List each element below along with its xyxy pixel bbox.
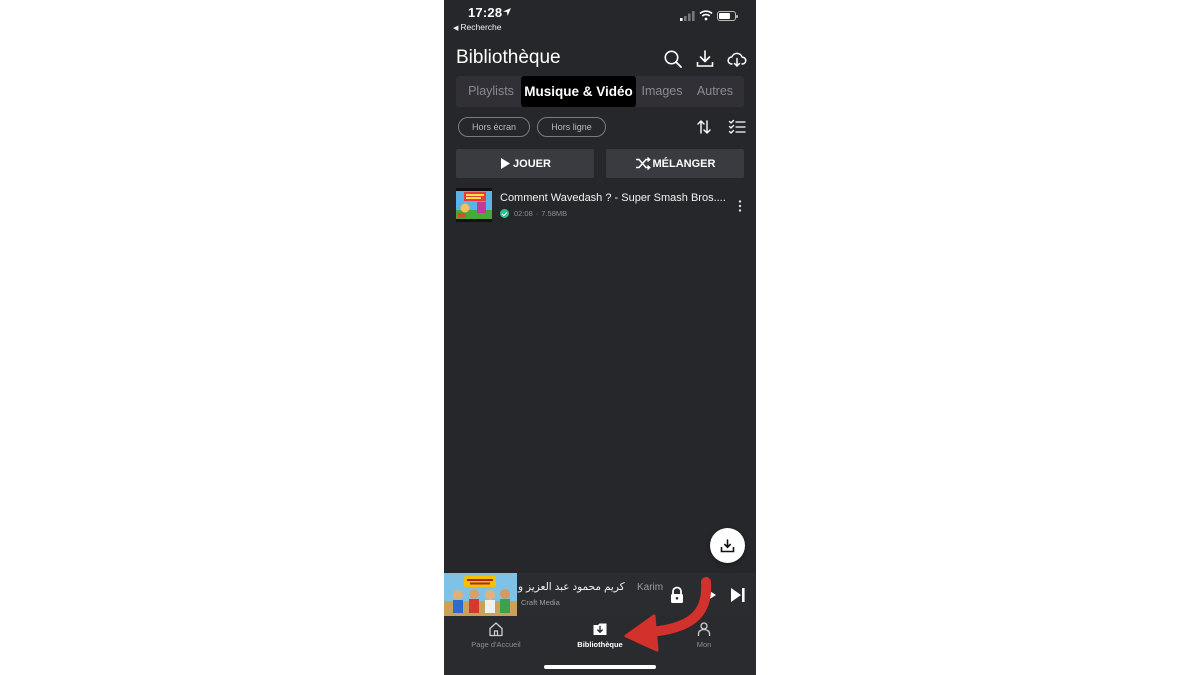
home-indicator [544,665,656,669]
filter-chip-offline[interactable]: Hors ligne [537,117,606,137]
skip-next-icon[interactable] [728,585,748,605]
tab-music-video[interactable]: Musique & Vidéo [521,76,636,107]
mini-player-artist: Craft Media [521,598,560,607]
status-time: 17:28 [468,5,503,20]
shuffle-label: MÉLANGER [652,157,716,170]
tab-playlists[interactable]: Playlists [456,76,526,107]
phone-screen: 17:28 ◀ Recherche Bibliothèque Playlists … [444,0,756,675]
tab-home-label: Page d'Accueil [471,640,521,649]
sort-icon[interactable] [695,118,713,136]
shuffle-icon [635,157,651,170]
video-thumbnail[interactable] [456,188,492,222]
location-arrow-icon [503,8,511,16]
home-icon [489,622,503,637]
more-options-icon[interactable] [736,199,744,213]
back-to-app-link[interactable]: ◀ Recherche [453,22,502,32]
tab-home[interactable]: Page d'Accueil [451,621,541,649]
annotation-arrow-icon [624,577,712,652]
wifi-icon [699,10,713,21]
battery-icon [717,11,738,21]
media-item-meta: 02:08 · 7.58MB [500,209,567,218]
back-link-label: Recherche [460,22,502,32]
downloaded-check-icon [500,209,509,218]
filter-chip-off-screen[interactable]: Hors écran [458,117,530,137]
media-item-duration: 02:08 [514,209,533,218]
checklist-select-icon[interactable] [728,118,746,136]
library-download-icon [593,623,607,635]
media-item-title[interactable]: Comment Wavedash ? - Super Smash Bros...… [500,192,726,204]
import-download-fab[interactable] [710,528,745,563]
play-all-button[interactable]: JOUER [456,149,594,178]
tab-images[interactable]: Images [636,76,688,107]
cloud-download-icon[interactable] [727,49,747,69]
shuffle-button[interactable]: MÉLANGER [606,149,744,178]
tab-others[interactable]: Autres [692,76,738,107]
page-title: Bibliothèque [456,47,561,68]
play-icon [501,158,511,169]
category-tabs: Playlists Musique & Vidéo Images Autres [456,76,744,107]
search-icon[interactable] [663,49,683,69]
download-icon[interactable] [695,49,715,69]
tray-download-icon [720,538,735,552]
play-all-label: JOUER [513,157,551,170]
cellular-signal-icon [680,11,695,21]
media-item-size: 7.58MB [541,209,568,218]
mini-player-thumbnail [444,573,517,616]
mini-player-title: كريم محمود عبد العزيز و [518,581,625,593]
